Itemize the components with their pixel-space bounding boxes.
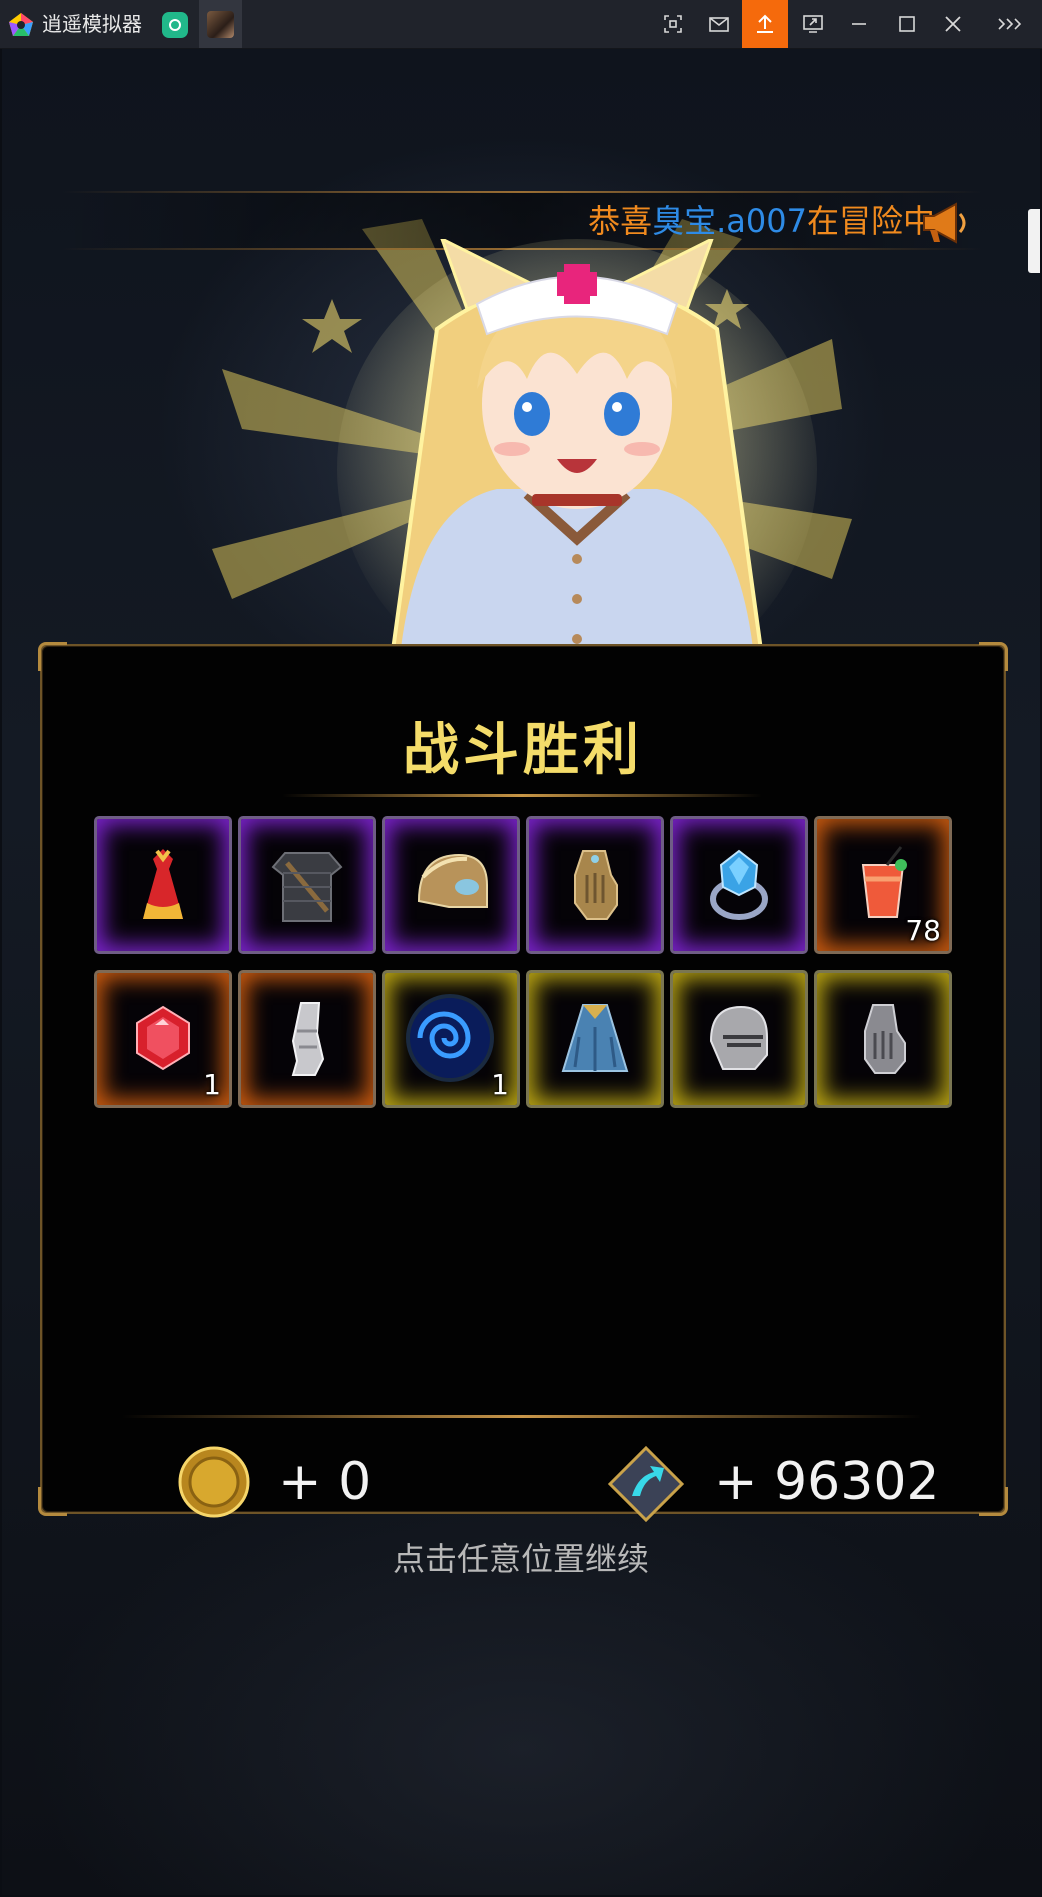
megaphone-icon xyxy=(923,202,966,244)
maximize-icon xyxy=(899,16,915,32)
item-count: 1 xyxy=(491,1068,509,1101)
game-tab-icon xyxy=(207,11,234,38)
loot-slot[interactable] xyxy=(526,816,664,954)
broadcast-notice: 恭喜臭宝.a007在冒险中 xyxy=(588,199,935,243)
sapphire-ring-icon xyxy=(710,849,768,920)
notice-player-name[interactable]: 臭宝.a007 xyxy=(652,202,807,240)
app-title: 逍遥模拟器 xyxy=(42,12,142,36)
screen-share-button[interactable] xyxy=(790,0,836,48)
loot-slot[interactable] xyxy=(382,816,520,954)
panel-corner-ornament xyxy=(979,642,1008,671)
character-portrait xyxy=(337,239,817,694)
notice-prefix: 恭喜 xyxy=(588,202,653,240)
blue-vortex-orb-icon xyxy=(406,994,494,1082)
maximize-button[interactable] xyxy=(884,0,930,48)
loot-slot[interactable] xyxy=(94,816,232,954)
loot-slot[interactable] xyxy=(238,970,376,1108)
exp-reward-value: + 96302 xyxy=(714,1452,940,1512)
exp-upgrade-icon xyxy=(608,1446,684,1522)
golden-gauntlet-icon xyxy=(574,850,618,920)
chainmail-armor-icon xyxy=(271,852,343,922)
title-divider xyxy=(282,794,762,797)
notice-top-line xyxy=(62,191,982,193)
loot-slot[interactable]: 78 xyxy=(814,816,952,954)
upload-icon xyxy=(757,14,773,33)
item-count: 78 xyxy=(905,914,941,947)
close-icon xyxy=(945,16,961,32)
loot-slot[interactable] xyxy=(814,970,952,1108)
panel-corner-ornament xyxy=(38,642,67,671)
mail-icon xyxy=(709,17,729,32)
gold-coin-icon xyxy=(178,1446,250,1518)
notice-suffix: 在冒险中 xyxy=(806,202,935,240)
loot-slot[interactable]: 1 xyxy=(382,970,520,1108)
golden-helmet-icon xyxy=(417,853,488,908)
loot-slot[interactable] xyxy=(670,970,808,1108)
knight-helm-icon xyxy=(709,1005,768,1070)
loot-slot[interactable]: 1 xyxy=(94,970,232,1108)
screenshot-button[interactable] xyxy=(650,0,696,48)
battle-result-panel: 战斗胜利 78 1 1 + 0 + 96302 xyxy=(38,642,1008,1522)
game-screen[interactable]: 恭喜臭宝.a007在冒险中 战斗胜利 78 1 1 + 0 + 96302 点击… xyxy=(2,49,1040,1895)
continue-hint[interactable]: 点击任意位置继续 xyxy=(2,1537,1040,1581)
steel-boot-icon xyxy=(291,1002,325,1076)
minimize-icon xyxy=(852,23,866,25)
app-tab-icon[interactable] xyxy=(162,12,188,38)
pentagon-logo-icon xyxy=(9,13,33,36)
ruby-gem-icon xyxy=(136,1005,190,1071)
panel-corner-ornament xyxy=(38,1487,67,1516)
mail-button[interactable] xyxy=(696,0,742,48)
panel-corner-ornament xyxy=(979,1487,1008,1516)
screen-share-icon xyxy=(803,15,823,33)
more-icon xyxy=(998,18,1022,30)
panel-title: 战斗胜利 xyxy=(403,718,643,783)
more-button[interactable] xyxy=(985,0,1031,48)
loot-slot[interactable] xyxy=(670,816,808,954)
red-robe-icon xyxy=(143,849,183,919)
screenshot-icon xyxy=(664,15,682,33)
blue-cloak-icon xyxy=(561,1004,629,1072)
upload-button[interactable] xyxy=(742,0,788,48)
gold-reward-value: + 0 xyxy=(278,1452,372,1512)
minimize-button[interactable] xyxy=(836,0,882,48)
iron-gauntlet-icon xyxy=(864,1004,906,1074)
close-button[interactable] xyxy=(930,0,976,48)
game-tab[interactable] xyxy=(199,0,242,48)
side-toolbar-handle[interactable] xyxy=(1028,209,1040,273)
window-titlebar: 逍遥模拟器 xyxy=(0,0,1042,49)
item-count: 1 xyxy=(203,1068,221,1101)
loot-slot[interactable] xyxy=(238,816,376,954)
loot-slot[interactable] xyxy=(526,970,664,1108)
rewards-divider xyxy=(122,1415,922,1418)
